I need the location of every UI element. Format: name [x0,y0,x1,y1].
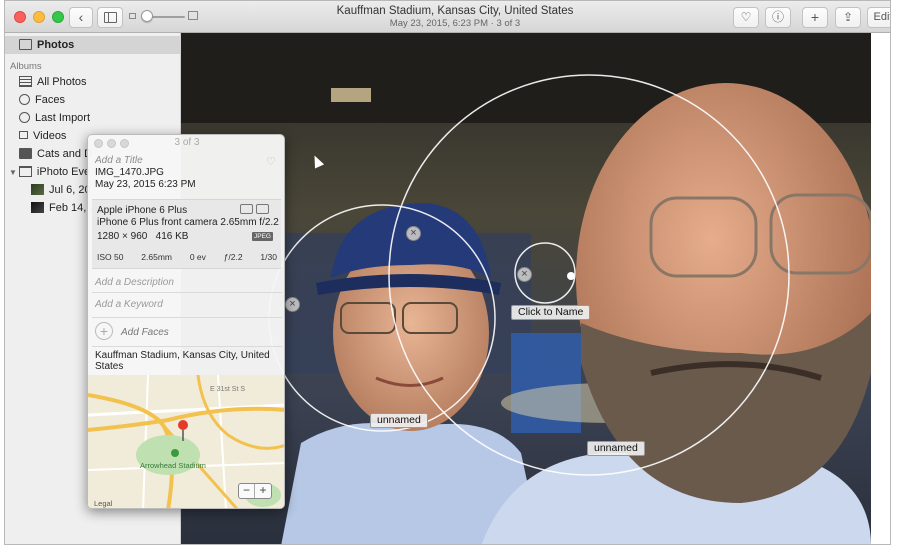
lens-info: iPhone 6 Plus front camera 2.65mm f/2.2 [97,217,279,228]
photos-app-window: ‹ Kauffman Stadium, Kansas City, United … [4,0,891,545]
dimensions: 1280 × 960 416 KB [97,231,188,242]
last-import-icon [19,111,30,123]
face-name-tag[interactable]: unnamed [587,441,645,456]
exif-aperture: ƒ/2.2 [223,252,243,262]
share-icon: ⇪ [842,10,854,24]
folder-icon [18,165,32,177]
capture-date: May 23, 2015 6:23 PM [95,179,196,190]
camera-icons [240,204,274,216]
flash-icon [256,204,269,214]
divider [92,317,282,318]
zoom-window-button[interactable] [52,11,64,23]
window-title-area: Kauffman Stadium, Kansas City, United St… [305,5,605,30]
chevron-left-icon: ‹ [78,9,84,25]
add-faces-button[interactable]: + [95,322,113,340]
map-zoom-control: − + [238,483,272,499]
file-size: 416 KB [155,231,189,242]
remove-face-button[interactable]: × [406,226,421,241]
exif-ev: 0 ev [189,252,206,262]
sidebar-item-label: Cats and D [37,148,93,160]
sidebar-item-label: Faces [35,94,65,106]
sidebar-item-faces[interactable]: Faces [5,91,181,109]
divider [92,346,282,347]
minimize-window-button[interactable] [33,11,45,23]
back-button[interactable]: ‹ [69,7,93,28]
window-title: Kauffman Stadium, Kansas City, United St… [336,5,574,17]
albums-section-label: Albums [10,61,42,72]
sidebar-item-label: Videos [33,130,67,142]
click-to-name-tag[interactable]: Click to Name [511,305,591,320]
all-photos-icon [19,75,32,87]
info-button[interactable]: ⓘ [765,7,791,28]
camera-icon [240,204,253,214]
map-legal-link[interactable]: Legal [94,499,112,508]
location-text: Kauffman Stadium, Kansas City, United St… [95,350,270,372]
event-thumb-icon [31,183,44,195]
map-street-label: E 31st St S [210,386,246,393]
remove-face-button[interactable]: × [517,267,532,282]
plus-icon: + [810,9,820,25]
exif-row: ISO 50 2.65mm 0 ev ƒ/2.2 1/30 [97,252,277,262]
keyword-field[interactable]: Add a Keyword [95,299,163,310]
disclosure-triangle-icon[interactable]: ▼ [9,168,17,177]
heart-icon[interactable]: ♡ [266,155,276,168]
remove-face-button[interactable]: × [285,297,300,312]
map-zoom-in-button[interactable]: + [255,484,271,498]
info-panel-header: 3 of 3 [88,135,284,151]
videos-icon [19,131,28,140]
face-name-tag[interactable]: unnamed [370,413,428,428]
sidebar-icon [104,12,117,23]
filename: IMG_1470.JPG [95,167,164,178]
add-faces-label[interactable]: Add Faces [121,327,169,338]
format-badge: JPEG [252,232,273,241]
title-field[interactable]: Add a Title [95,155,143,166]
sidebar-item-last-import[interactable]: Last Import [5,109,181,127]
camera-model: Apple iPhone 6 Plus [97,205,188,216]
info-icon: ⓘ [771,10,784,24]
info-panel: 3 of 3 Add a Title ♡ IMG_1470.JPG May 23… [87,134,285,509]
share-button[interactable]: ⇪ [835,7,861,28]
exif-focal: 2.65mm [141,252,172,262]
close-window-button[interactable] [14,11,26,23]
toggle-sidebar-button[interactable] [97,7,123,28]
zoom-slider-knob[interactable] [141,10,153,22]
zoom-in-icon [188,11,198,20]
heart-icon: ♡ [740,10,752,24]
exif-iso: ISO 50 [97,252,124,262]
sidebar-item-label: Jul 6, 20 [49,184,91,196]
sidebar-item-photos[interactable]: Photos [5,36,181,54]
photos-icon [19,38,32,50]
album-icon [19,147,32,159]
exif-shutter: 1/30 [260,252,277,262]
sidebar-item-all-photos[interactable]: All Photos [5,73,181,91]
photo-counter: 3 of 3 [174,137,200,148]
event-thumb-icon [31,201,44,213]
sidebar-item-label: iPhoto Eve [36,166,91,178]
camera-info: Apple iPhone 6 Plus iPhone 6 Plus front … [92,199,281,269]
divider [92,292,282,293]
location-map[interactable]: E 31st St S Arrowhead Stadium Legal − + [88,375,284,508]
description-field[interactable]: Add a Description [95,277,174,288]
window-subtitle: May 23, 2015, 6:23 PM · 3 of 3 [389,18,521,29]
map-zoom-out-button[interactable]: − [239,484,255,498]
toolbar: ‹ Kauffman Stadium, Kansas City, United … [5,1,890,33]
sidebar-item-label: Photos [37,39,75,51]
edit-button[interactable]: Edit [867,7,890,28]
map-place-label: Arrowhead Stadium [140,461,206,470]
pixel-dimensions: 1280 × 960 [97,231,148,242]
favorite-button[interactable]: ♡ [733,7,759,28]
add-to-button[interactable]: + [802,7,828,28]
sidebar-item-label: All Photos [37,76,87,88]
zoom-out-icon [129,13,136,19]
sidebar-item-label: Last Import [35,112,91,124]
faces-icon [19,93,30,105]
